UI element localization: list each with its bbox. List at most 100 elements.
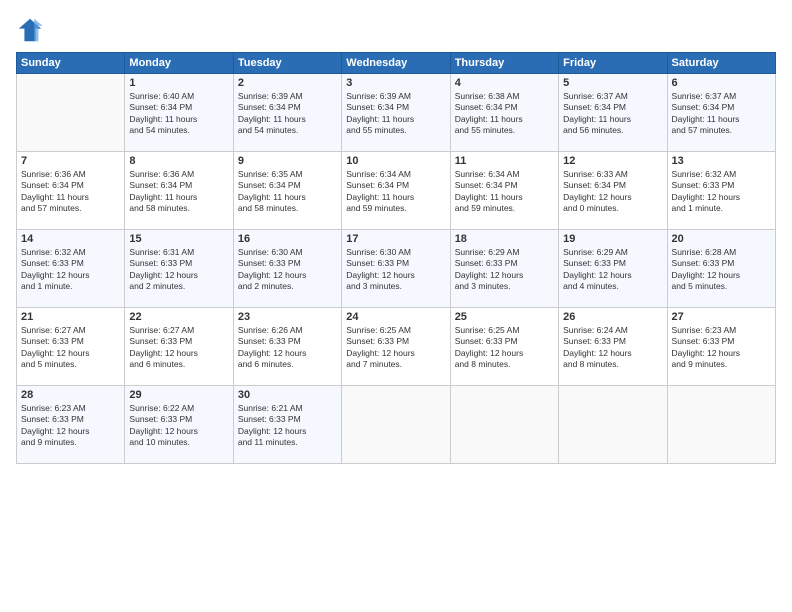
header-row: SundayMondayTuesdayWednesdayThursdayFrid… (17, 53, 776, 74)
calendar-week-row: 21 Sunrise: 6:27 AM Sunset: 6:33 PM Dayli… (17, 308, 776, 386)
calendar-cell: 8 Sunrise: 6:36 AM Sunset: 6:34 PM Daylig… (125, 152, 233, 230)
day-info: Sunrise: 6:39 AM Sunset: 6:34 PM Dayligh… (346, 91, 445, 137)
day-number: 5 (563, 77, 662, 89)
day-number: 8 (129, 155, 228, 167)
calendar-cell: 16 Sunrise: 6:30 AM Sunset: 6:33 PM Dayli… (233, 230, 341, 308)
day-info: Sunrise: 6:29 AM Sunset: 6:33 PM Dayligh… (455, 247, 554, 293)
day-info: Sunrise: 6:31 AM Sunset: 6:33 PM Dayligh… (129, 247, 228, 293)
day-info: Sunrise: 6:25 AM Sunset: 6:33 PM Dayligh… (346, 325, 445, 371)
weekday-header: Monday (125, 53, 233, 74)
day-info: Sunrise: 6:33 AM Sunset: 6:34 PM Dayligh… (563, 169, 662, 215)
day-number: 17 (346, 233, 445, 245)
calendar-cell: 11 Sunrise: 6:34 AM Sunset: 6:34 PM Dayli… (450, 152, 558, 230)
weekday-header: Tuesday (233, 53, 341, 74)
day-info: Sunrise: 6:30 AM Sunset: 6:33 PM Dayligh… (238, 247, 337, 293)
day-info: Sunrise: 6:28 AM Sunset: 6:33 PM Dayligh… (672, 247, 771, 293)
calendar-cell: 18Sunrise: 6:29 AM Sunset: 6:33 PM Dayli… (450, 230, 558, 308)
page: SundayMondayTuesdayWednesdayThursdayFrid… (0, 0, 792, 612)
day-number: 22 (129, 311, 228, 323)
calendar-cell: 26 Sunrise: 6:24 AM Sunset: 6:33 PM Dayli… (559, 308, 667, 386)
day-number: 2 (238, 77, 337, 89)
calendar-cell (667, 386, 775, 464)
calendar-cell: 15 Sunrise: 6:31 AM Sunset: 6:33 PM Dayli… (125, 230, 233, 308)
day-number: 21 (21, 311, 120, 323)
day-number: 6 (672, 77, 771, 89)
calendar-cell: 24 Sunrise: 6:25 AM Sunset: 6:33 PM Dayli… (342, 308, 450, 386)
day-number: 9 (238, 155, 337, 167)
calendar-cell: 30Sunrise: 6:21 AM Sunset: 6:33 PM Dayli… (233, 386, 341, 464)
weekday-header: Friday (559, 53, 667, 74)
day-number: 13 (672, 155, 771, 167)
day-number: 11 (455, 155, 554, 167)
day-info: Sunrise: 6:36 AM Sunset: 6:34 PM Dayligh… (129, 169, 228, 215)
day-info: Sunrise: 6:23 AM Sunset: 6:33 PM Dayligh… (672, 325, 771, 371)
day-number: 12 (563, 155, 662, 167)
day-number: 15 (129, 233, 228, 245)
calendar-cell: 23Sunrise: 6:26 AM Sunset: 6:33 PM Dayli… (233, 308, 341, 386)
day-info: Sunrise: 6:37 AM Sunset: 6:34 PM Dayligh… (563, 91, 662, 137)
calendar-cell: 13 Sunrise: 6:32 AM Sunset: 6:33 PM Dayli… (667, 152, 775, 230)
calendar-week-row: 7 Sunrise: 6:36 AM Sunset: 6:34 PM Daylig… (17, 152, 776, 230)
calendar-cell: 22Sunrise: 6:27 AM Sunset: 6:33 PM Dayli… (125, 308, 233, 386)
day-info: Sunrise: 6:40 AM Sunset: 6:34 PM Dayligh… (129, 91, 228, 137)
day-info: Sunrise: 6:35 AM Sunset: 6:34 PM Dayligh… (238, 169, 337, 215)
day-info: Sunrise: 6:24 AM Sunset: 6:33 PM Dayligh… (563, 325, 662, 371)
day-info: Sunrise: 6:29 AM Sunset: 6:33 PM Dayligh… (563, 247, 662, 293)
day-info: Sunrise: 6:30 AM Sunset: 6:33 PM Dayligh… (346, 247, 445, 293)
day-number: 7 (21, 155, 120, 167)
day-info: Sunrise: 6:37 AM Sunset: 6:34 PM Dayligh… (672, 91, 771, 137)
calendar-cell: 1 Sunrise: 6:40 AM Sunset: 6:34 PM Daylig… (125, 74, 233, 152)
day-number: 1 (129, 77, 228, 89)
calendar-cell: 28Sunrise: 6:23 AM Sunset: 6:33 PM Dayli… (17, 386, 125, 464)
calendar-week-row: 1 Sunrise: 6:40 AM Sunset: 6:34 PM Daylig… (17, 74, 776, 152)
calendar-cell: 20 Sunrise: 6:28 AM Sunset: 6:33 PM Dayli… (667, 230, 775, 308)
day-number: 24 (346, 311, 445, 323)
header (16, 16, 776, 44)
day-info: Sunrise: 6:38 AM Sunset: 6:34 PM Dayligh… (455, 91, 554, 137)
day-number: 19 (563, 233, 662, 245)
calendar-cell (17, 74, 125, 152)
calendar-cell: 3 Sunrise: 6:39 AM Sunset: 6:34 PM Daylig… (342, 74, 450, 152)
day-info: Sunrise: 6:21 AM Sunset: 6:33 PM Dayligh… (238, 403, 337, 449)
calendar-cell: 19 Sunrise: 6:29 AM Sunset: 6:33 PM Dayli… (559, 230, 667, 308)
day-number: 27 (672, 311, 771, 323)
day-info: Sunrise: 6:36 AM Sunset: 6:34 PM Dayligh… (21, 169, 120, 215)
calendar-cell: 7 Sunrise: 6:36 AM Sunset: 6:34 PM Daylig… (17, 152, 125, 230)
calendar-week-row: 28Sunrise: 6:23 AM Sunset: 6:33 PM Dayli… (17, 386, 776, 464)
calendar-cell: 10Sunrise: 6:34 AM Sunset: 6:34 PM Dayli… (342, 152, 450, 230)
weekday-header: Wednesday (342, 53, 450, 74)
calendar-cell: 17 Sunrise: 6:30 AM Sunset: 6:33 PM Dayli… (342, 230, 450, 308)
calendar-cell: 6 Sunrise: 6:37 AM Sunset: 6:34 PM Daylig… (667, 74, 775, 152)
weekday-header: Saturday (667, 53, 775, 74)
calendar-week-row: 14Sunrise: 6:32 AM Sunset: 6:33 PM Dayli… (17, 230, 776, 308)
calendar-cell: 5 Sunrise: 6:37 AM Sunset: 6:34 PM Daylig… (559, 74, 667, 152)
day-number: 16 (238, 233, 337, 245)
calendar-cell: 2Sunrise: 6:39 AM Sunset: 6:34 PM Daylig… (233, 74, 341, 152)
calendar-cell (342, 386, 450, 464)
calendar-cell: 27 Sunrise: 6:23 AM Sunset: 6:33 PM Dayli… (667, 308, 775, 386)
day-number: 26 (563, 311, 662, 323)
day-number: 20 (672, 233, 771, 245)
calendar-cell (450, 386, 558, 464)
calendar-cell: 29 Sunrise: 6:22 AM Sunset: 6:33 PM Dayli… (125, 386, 233, 464)
day-info: Sunrise: 6:22 AM Sunset: 6:33 PM Dayligh… (129, 403, 228, 449)
calendar-cell: 4 Sunrise: 6:38 AM Sunset: 6:34 PM Daylig… (450, 74, 558, 152)
weekday-header: Sunday (17, 53, 125, 74)
weekday-header: Thursday (450, 53, 558, 74)
day-number: 29 (129, 389, 228, 401)
day-info: Sunrise: 6:34 AM Sunset: 6:34 PM Dayligh… (455, 169, 554, 215)
calendar-cell: 25Sunrise: 6:25 AM Sunset: 6:33 PM Dayli… (450, 308, 558, 386)
logo (16, 16, 48, 44)
calendar-cell: 12 Sunrise: 6:33 AM Sunset: 6:34 PM Dayli… (559, 152, 667, 230)
day-number: 3 (346, 77, 445, 89)
calendar-cell (559, 386, 667, 464)
day-info: Sunrise: 6:32 AM Sunset: 6:33 PM Dayligh… (672, 169, 771, 215)
logo-icon (16, 16, 44, 44)
day-number: 4 (455, 77, 554, 89)
day-number: 10 (346, 155, 445, 167)
day-info: Sunrise: 6:27 AM Sunset: 6:33 PM Dayligh… (21, 325, 120, 371)
day-info: Sunrise: 6:25 AM Sunset: 6:33 PM Dayligh… (455, 325, 554, 371)
day-number: 23 (238, 311, 337, 323)
calendar-table: SundayMondayTuesdayWednesdayThursdayFrid… (16, 52, 776, 464)
day-number: 28 (21, 389, 120, 401)
